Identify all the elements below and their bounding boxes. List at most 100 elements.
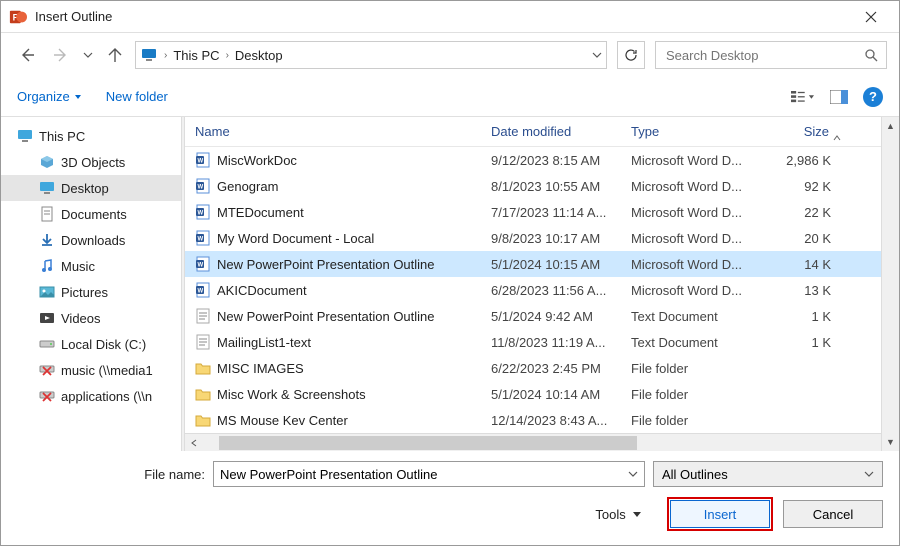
back-button[interactable] [13, 41, 41, 69]
file-name: MiscWorkDoc [217, 153, 297, 168]
folder-icon [195, 386, 211, 402]
filename-input[interactable]: New PowerPoint Presentation Outline [213, 461, 645, 487]
close-button[interactable] [851, 1, 891, 32]
view-mode-button[interactable] [791, 85, 815, 109]
highlight-annotation: Insert [667, 497, 773, 531]
nav-bar: › This PC › Desktop [1, 33, 899, 77]
chevron-down-icon[interactable] [628, 469, 638, 479]
tools-menu[interactable]: Tools [595, 507, 641, 522]
scrollbar-thumb[interactable] [219, 436, 637, 450]
cancel-button[interactable]: Cancel [783, 500, 883, 528]
file-name: MailingList1-text [217, 335, 311, 350]
refresh-button[interactable] [617, 41, 645, 69]
folder-icon [195, 412, 211, 428]
address-bar[interactable]: › This PC › Desktop [135, 41, 607, 69]
3d-objects-icon [39, 154, 55, 170]
header-name[interactable]: Name [185, 124, 491, 139]
recent-dropdown[interactable] [81, 41, 95, 69]
svg-text:W: W [198, 237, 204, 243]
file-name: New PowerPoint Presentation Outline [217, 309, 435, 324]
file-row[interactable]: WNew PowerPoint Presentation Outline5/1/… [185, 251, 881, 277]
file-name: My Word Document - Local [217, 231, 374, 246]
forward-button[interactable] [47, 41, 75, 69]
horizontal-scrollbar[interactable] [185, 433, 881, 451]
file-type: Microsoft Word D... [631, 283, 777, 298]
tree-item[interactable]: music (\\media1 [1, 357, 181, 383]
tree-item[interactable]: Downloads [1, 227, 181, 253]
column-headers: Name Date modified Type Size [185, 117, 881, 147]
file-row[interactable]: WGenogram8/1/2023 10:55 AMMicrosoft Word… [185, 173, 881, 199]
word-doc-icon: W [195, 282, 211, 298]
tree-item[interactable]: Pictures [1, 279, 181, 305]
file-list: Name Date modified Type Size W MiscWorkDo… [185, 117, 881, 451]
up-button[interactable] [101, 41, 129, 69]
word-doc-icon: W [195, 178, 211, 194]
disk-icon [39, 336, 55, 352]
file-type: File folder [631, 387, 777, 402]
tree-item[interactable]: 3D Objects [1, 149, 181, 175]
svg-text:W: W [198, 263, 204, 269]
breadcrumb-seg1[interactable]: This PC [173, 48, 219, 63]
file-row[interactable]: MS Mouse Kev Center12/14/2023 8:43 A...F… [185, 407, 881, 433]
tree-item[interactable]: applications (\\n [1, 383, 181, 409]
search-input[interactable] [664, 47, 864, 64]
file-row[interactable]: WMiscWorkDoc9/12/2023 8:15 AMMicrosoft W… [185, 147, 881, 173]
scroll-down-icon[interactable]: ▼ [882, 433, 899, 451]
tree-item-thispc[interactable]: This PC [1, 123, 181, 149]
word-doc-icon: W [195, 204, 211, 220]
file-row[interactable]: Misc Work & Screenshots5/1/2024 10:14 AM… [185, 381, 881, 407]
file-date: 12/14/2023 8:43 A... [491, 413, 631, 428]
header-size[interactable]: Size [777, 124, 837, 139]
file-type: File folder [631, 361, 777, 376]
tree-item[interactable]: Documents [1, 201, 181, 227]
file-row[interactable]: MISC IMAGES6/22/2023 2:45 PMFile folder [185, 355, 881, 381]
file-row[interactable]: WAKICDocument6/28/2023 11:56 A...Microso… [185, 277, 881, 303]
chevron-down-icon[interactable] [592, 50, 602, 60]
file-date: 6/22/2023 2:45 PM [491, 361, 631, 376]
chevron-down-icon [74, 93, 82, 101]
tree-item[interactable]: Local Disk (C:) [1, 331, 181, 357]
videos-icon [39, 310, 55, 326]
file-row[interactable]: WMTEDocument7/17/2023 11:14 A...Microsof… [185, 199, 881, 225]
file-type: Microsoft Word D... [631, 231, 777, 246]
preview-pane-button[interactable] [827, 85, 851, 109]
header-date[interactable]: Date modified [491, 124, 631, 139]
file-date: 6/28/2023 11:56 A... [491, 283, 631, 298]
folder-icon [195, 360, 211, 376]
new-folder-button[interactable]: New folder [106, 89, 168, 104]
tree-item[interactable]: Desktop [1, 175, 181, 201]
file-date: 9/12/2023 8:15 AM [491, 153, 631, 168]
file-size: 13 K [777, 283, 837, 298]
toolbar: Organize New folder ? [1, 77, 899, 117]
organize-menu[interactable]: Organize [17, 89, 82, 104]
file-row[interactable]: MailingList1-text11/8/2023 11:19 A...Tex… [185, 329, 881, 355]
file-row[interactable]: WMy Word Document - Local9/8/2023 10:17 … [185, 225, 881, 251]
music-icon [39, 258, 55, 274]
file-type-filter[interactable]: All Outlines [653, 461, 883, 487]
text-doc-icon [195, 308, 211, 324]
file-size: 20 K [777, 231, 837, 246]
scroll-up-icon[interactable]: ▲ [882, 117, 899, 135]
search-icon [864, 48, 878, 62]
file-size: 14 K [777, 257, 837, 272]
tree-item[interactable]: Videos [1, 305, 181, 331]
chevron-down-icon [633, 511, 641, 519]
svg-text:W: W [198, 185, 204, 191]
file-row[interactable]: New PowerPoint Presentation Outline5/1/2… [185, 303, 881, 329]
file-name: Genogram [217, 179, 278, 194]
titlebar: P Insert Outline [1, 1, 899, 33]
word-doc-icon: W [195, 256, 211, 272]
help-button[interactable]: ? [863, 87, 883, 107]
search-box[interactable] [655, 41, 887, 69]
vertical-scrollbar[interactable]: ▲ ▼ [881, 117, 899, 451]
file-type: Microsoft Word D... [631, 153, 777, 168]
file-size: 1 K [777, 335, 837, 350]
file-date: 5/1/2024 10:14 AM [491, 387, 631, 402]
header-type[interactable]: Type [631, 124, 777, 139]
insert-button[interactable]: Insert [670, 500, 770, 528]
file-size: 22 K [777, 205, 837, 220]
breadcrumb-seg2[interactable]: Desktop [235, 48, 283, 63]
tree-item[interactable]: Music [1, 253, 181, 279]
thispc-icon [17, 128, 33, 144]
sort-indicator-icon [833, 135, 841, 141]
